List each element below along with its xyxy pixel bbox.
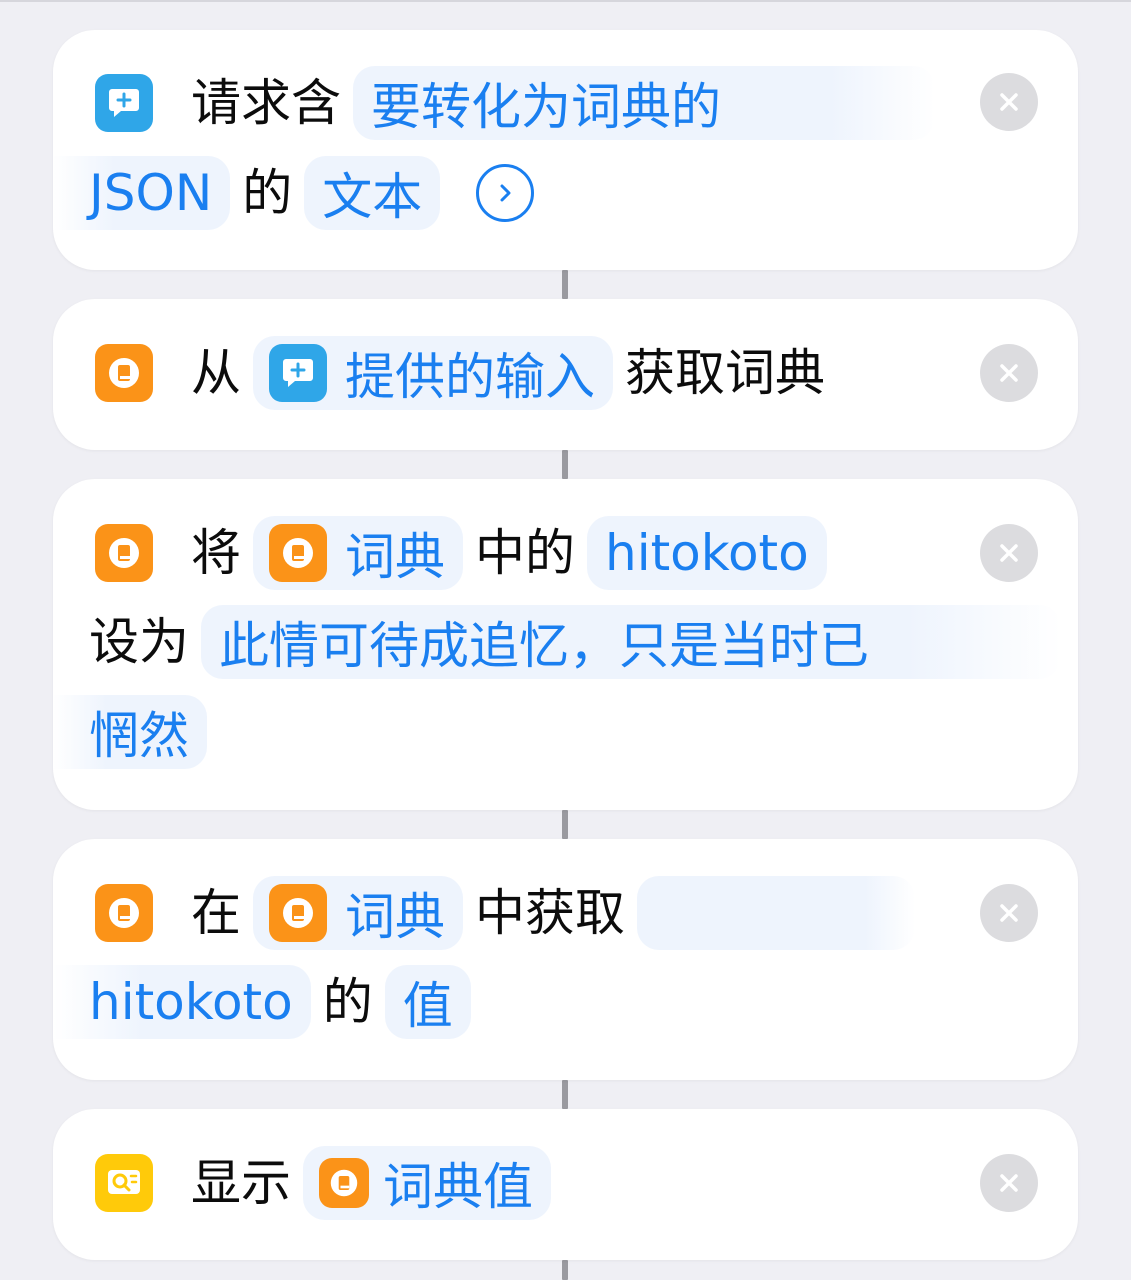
- key-token[interactable]: hitokoto: [53, 965, 311, 1039]
- top-divider: [0, 0, 1131, 2]
- action-label-get: 中获取: [475, 884, 625, 942]
- text-bubble-plus-icon: [95, 74, 153, 132]
- action-card-set-dictionary-value[interactable]: 将 词典 中的 hitokoto 设为 此情可待成追忆，只是当时已 惘然: [53, 479, 1078, 810]
- input-type-token[interactable]: 文本: [304, 156, 441, 230]
- delete-action-button[interactable]: [980, 884, 1038, 942]
- delete-action-button[interactable]: [980, 1154, 1038, 1212]
- action-card-ask-for-input[interactable]: 请求含 要转化为词典的 JSON 的 文本: [53, 30, 1078, 270]
- connector-line: [562, 270, 568, 299]
- value-token-continued[interactable]: 惘然: [53, 695, 207, 769]
- dictionary-icon: [269, 884, 327, 942]
- action-label: 在: [191, 884, 241, 942]
- action-label: 将: [191, 524, 241, 582]
- dictionary-icon: [95, 344, 153, 402]
- show-result-icon: [95, 1154, 153, 1212]
- dictionary-token[interactable]: 词典: [253, 516, 463, 590]
- action-card-get-dictionary[interactable]: 从 提供的输入 获取词典: [53, 299, 1078, 450]
- connector-line: [562, 810, 568, 839]
- dictionary-token-label: 词典: [345, 888, 445, 946]
- dictionary-icon: [269, 524, 327, 582]
- set-to-label: 设为: [89, 613, 189, 671]
- dictionary-icon: [319, 1158, 369, 1208]
- delete-action-button[interactable]: [980, 344, 1038, 402]
- action-label-of: 的: [322, 973, 373, 1031]
- input-source-token[interactable]: 提供的输入: [253, 336, 613, 410]
- value-type-token[interactable]: 值: [384, 965, 471, 1039]
- value-token[interactable]: 此情可待成追忆，只是当时已: [201, 605, 1061, 679]
- action-card-show-result[interactable]: 显示 词典值: [53, 1109, 1078, 1260]
- connector-line: [562, 1260, 568, 1280]
- delete-action-button[interactable]: [980, 524, 1038, 582]
- dictionary-icon: [95, 524, 153, 582]
- action-label-suffix: 获取词典: [625, 344, 825, 402]
- action-label: 从: [191, 344, 241, 402]
- result-token[interactable]: 词典值: [303, 1146, 551, 1220]
- dictionary-token[interactable]: 词典: [253, 876, 463, 950]
- prompt-token[interactable]: 要转化为词典的: [353, 66, 935, 140]
- action-card-get-dictionary-value[interactable]: 在 词典 中获取 hitokoto 的 值: [53, 839, 1078, 1080]
- delete-action-button[interactable]: [980, 73, 1038, 131]
- key-token[interactable]: hitokoto: [587, 516, 827, 590]
- action-label: 显示: [191, 1154, 291, 1212]
- key-token-start[interactable]: [637, 876, 915, 950]
- chevron-right-icon[interactable]: [476, 164, 535, 222]
- action-label-in: 中的: [475, 524, 575, 582]
- text-bubble-plus-icon: [269, 344, 327, 402]
- result-token-label: 词典值: [383, 1158, 533, 1216]
- connector-line: [562, 1080, 568, 1109]
- dictionary-token-label: 词典: [345, 528, 445, 586]
- input-source-label: 提供的输入: [345, 348, 595, 406]
- action-label: 请求含: [191, 74, 341, 132]
- prompt-token-continued[interactable]: JSON: [53, 156, 231, 230]
- dictionary-icon: [95, 884, 153, 942]
- action-label-of: 的: [242, 164, 293, 222]
- connector-line: [562, 450, 568, 479]
